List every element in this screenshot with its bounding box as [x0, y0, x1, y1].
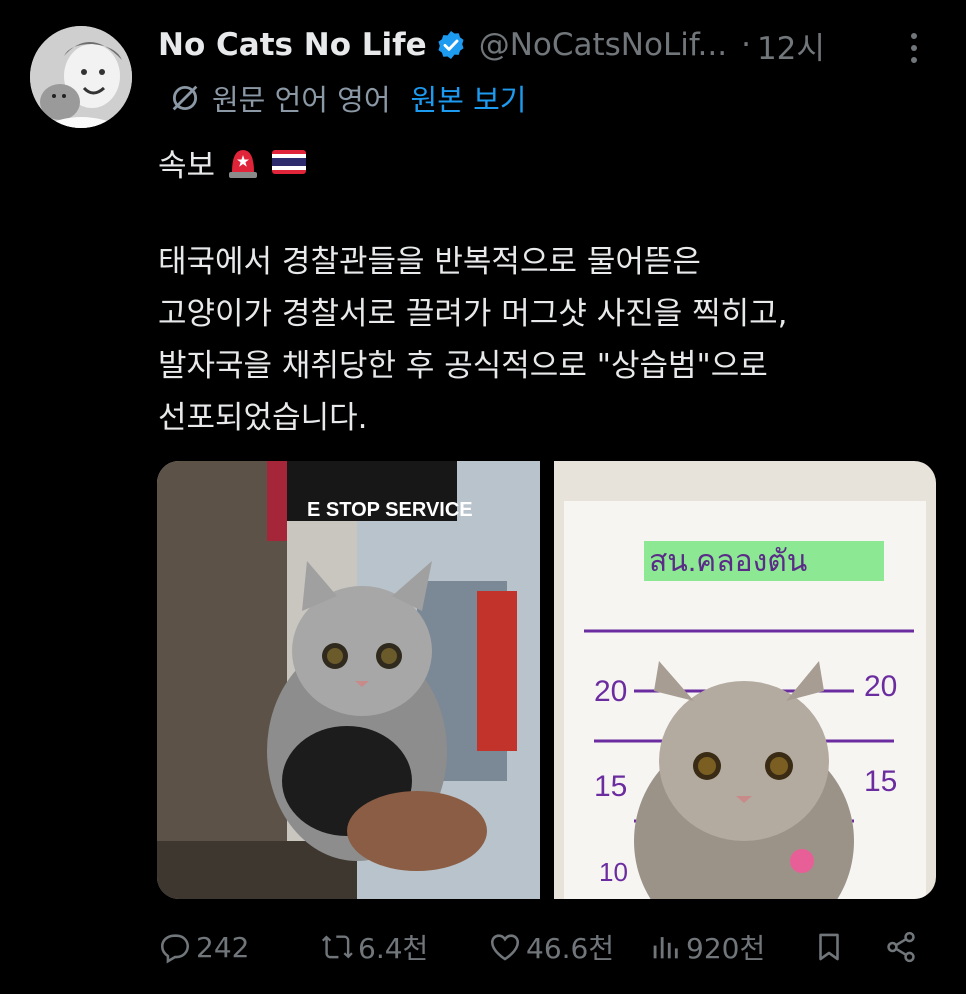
repost-count: 6.4천	[358, 932, 429, 965]
like-count: 46.6천	[526, 932, 615, 965]
avatar[interactable]	[30, 26, 132, 128]
post-headline: 속보	[158, 136, 307, 188]
bookmark-button[interactable]	[812, 920, 850, 974]
reply-icon	[160, 934, 190, 964]
show-original-link[interactable]: 원본 보기	[411, 77, 527, 119]
post-header: No Cats No Life @NoCatsNoLif... · 12시	[158, 22, 825, 68]
action-bar: 242 6.4천 46.6천 920천	[158, 920, 928, 974]
left-sign-text: E STOP SERVICE	[307, 499, 473, 521]
height-mark-left-20: 20	[594, 675, 627, 708]
police-light-icon	[229, 150, 258, 178]
thailand-flag-icon	[272, 150, 307, 174]
bookmark-icon	[819, 933, 839, 961]
verified-badge-icon	[438, 31, 464, 59]
share-icon	[887, 931, 915, 963]
translate-globe-icon	[172, 85, 198, 111]
post-time[interactable]: 12시	[757, 23, 825, 68]
repost-icon	[321, 935, 353, 959]
separator-dot: ·	[741, 27, 751, 63]
height-mark-left-15: 15	[594, 770, 627, 803]
post-body: 태국에서 경찰관들을 반복적으로 물어뜯은 고양이가 경찰서로 끌려가 머그샷 …	[158, 244, 788, 436]
right-sign-text: สน.คลองตัน	[649, 545, 807, 578]
photo-officer-holding-cat[interactable]: E STOP SERVICE	[157, 461, 540, 899]
heart-icon	[490, 934, 520, 961]
headline-text: 속보	[158, 147, 216, 184]
reply-count: 242	[196, 930, 250, 964]
more-options-icon[interactable]	[902, 28, 926, 68]
photo-cat-mugshot-image: สน.คลองตัน 20 20 15 15 10	[553, 461, 936, 899]
height-mark-right-20: 20	[864, 670, 897, 703]
author-display-name[interactable]: No Cats No Life	[158, 27, 427, 63]
height-mark-left-10: 10	[599, 857, 628, 887]
avatar-image	[30, 26, 132, 128]
views-count: 920천	[686, 932, 766, 965]
photo-officer-holding-cat-image: E STOP SERVICE	[157, 461, 540, 899]
media-gallery[interactable]: E STOP SERVICE สน.คลองตัน 20 20 15 15 10	[157, 461, 936, 899]
translation-source-label: 원문 언어 영어	[212, 83, 391, 117]
repost-button[interactable]: 6.4천	[320, 920, 428, 974]
translation-row: 원문 언어 영어 원본 보기	[168, 78, 526, 118]
views-bar-chart-icon	[653, 937, 678, 959]
author-handle[interactable]: @NoCatsNoLif...	[479, 27, 727, 63]
height-mark-right-15: 15	[864, 765, 897, 798]
reply-button[interactable]: 242	[158, 920, 249, 974]
photo-cat-mugshot[interactable]: สน.คลองตัน 20 20 15 15 10	[553, 461, 937, 899]
like-button[interactable]: 46.6천	[488, 920, 614, 974]
views-button[interactable]: 920천	[648, 920, 765, 974]
share-button[interactable]	[884, 920, 922, 974]
